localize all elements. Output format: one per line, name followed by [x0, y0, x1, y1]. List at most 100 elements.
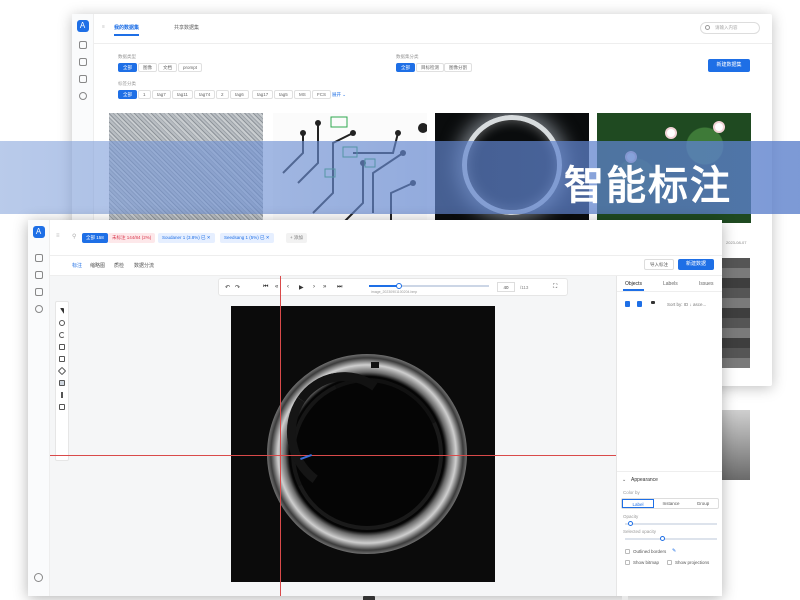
tab-annotate[interactable]: 标注 [72, 262, 82, 269]
chip-tag-all[interactable]: 全部 [118, 90, 137, 99]
polygon-icon[interactable] [57, 366, 67, 376]
tab-thumbnails[interactable]: 缩略图 [90, 262, 105, 269]
tool-palette [55, 301, 69, 461]
chip-type-all[interactable]: 全部 [118, 63, 137, 72]
frame-number-input[interactable]: 40 [497, 282, 515, 292]
annotated-image[interactable] [231, 306, 495, 582]
selected-opacity-knob[interactable] [659, 536, 665, 541]
chip-tag[interactable]: 1 [138, 90, 151, 99]
last-frame-icon[interactable]: ⏭ [337, 284, 342, 291]
gear-icon[interactable] [34, 573, 43, 582]
fast-back-icon[interactable]: « [275, 284, 278, 290]
tab-shared-datasets[interactable]: 共享数据集 [174, 24, 199, 31]
chip-type-prompt[interactable]: prompt [178, 63, 203, 72]
peek-cars-thumbnail-2 [722, 410, 750, 480]
search-icon[interactable] [34, 305, 43, 313]
next-frame-icon[interactable]: › [313, 284, 315, 290]
tab-qc[interactable]: 质检 [114, 262, 124, 269]
edit-pen-icon[interactable]: ✎ [672, 548, 676, 554]
frame-slider-knob[interactable] [396, 283, 402, 289]
fast-forward-icon[interactable]: » [323, 284, 326, 290]
show-bitmap-checkbox[interactable] [625, 560, 630, 565]
expand-link[interactable]: 展开 ⌄ [332, 92, 346, 98]
tag-all[interactable]: 全部 158 [82, 233, 108, 243]
database-icon[interactable] [34, 254, 43, 262]
calendar-icon[interactable] [34, 288, 43, 296]
frame-slider[interactable] [369, 283, 489, 289]
new-dataset-button[interactable]: 新建数据集 [708, 59, 750, 72]
opacity-slider[interactable] [625, 521, 717, 526]
show-bitmap-label: Show bitmap [633, 560, 660, 565]
menu-icon[interactable]: ≡ [102, 24, 105, 30]
selected-opacity-slider[interactable] [625, 536, 717, 541]
tab-data-split[interactable]: 数据分流 [134, 262, 154, 269]
chip-cat-detect[interactable]: 目标检测 [416, 63, 444, 72]
chip-cat-seg[interactable]: 图像分割 [444, 63, 472, 72]
color-by-label-option[interactable]: Label [622, 499, 654, 508]
color-by-group-option[interactable]: Group [687, 499, 719, 508]
chip-tag[interactable]: tag7 [152, 90, 171, 99]
chip-tag[interactable]: MS [294, 90, 311, 99]
color-by-instance-option[interactable]: Instance [655, 499, 687, 508]
flower [667, 129, 675, 137]
first-frame-icon[interactable]: ⏮ [263, 284, 268, 291]
image-icon[interactable] [78, 58, 87, 66]
menu-icon[interactable]: ≡ [56, 233, 60, 239]
tag-unlabeled[interactable]: 未标注 144/84 (2%) [108, 233, 156, 243]
chip-tag[interactable]: FCS [312, 90, 331, 99]
play-icon[interactable]: ▶ [299, 284, 304, 291]
crop-icon[interactable] [59, 356, 65, 362]
tab-issues[interactable]: Issues [699, 281, 713, 287]
chip-type-doc[interactable]: 文档 [158, 63, 177, 72]
image-icon[interactable] [34, 271, 43, 279]
search-icon[interactable] [78, 92, 87, 100]
chip-cat-all[interactable]: 全部 [396, 63, 415, 72]
tag-seedsang[interactable]: Seedsang 1 (5%) 已 ✕ [220, 233, 274, 243]
annotation-editor-window: A ≡ ⚲ 全部 158 未标注 144/84 (2%) Soudaner 1 … [28, 220, 722, 600]
chip-type-image[interactable]: 图像 [138, 63, 157, 72]
annotation-canvas[interactable]: ↶ ↷ ⏮ « ‹ ▶ › » ⏭ image_20230901100204.b… [50, 276, 628, 600]
lock-icon[interactable] [625, 301, 630, 307]
eye-icon[interactable] [637, 301, 642, 307]
import-annotation-button[interactable]: 导入标注 [644, 259, 674, 270]
chip-tag[interactable]: tag11 [172, 90, 193, 99]
sort-select[interactable]: Sort by: ID ↓ asce... [667, 302, 706, 307]
chip-tag[interactable]: tag17 [252, 90, 274, 99]
search-input[interactable]: 请输入内容 [700, 22, 760, 34]
redo-icon[interactable]: ↷ [235, 284, 240, 291]
chip-tag[interactable]: 2 [216, 90, 229, 99]
tag-soudaner[interactable]: Soudaner 1 (3.8%) 已 ✕ [158, 233, 215, 243]
show-projections-checkbox[interactable] [667, 560, 672, 565]
chip-tag[interactable]: tag6 [230, 90, 249, 99]
prev-frame-icon[interactable]: ‹ [287, 284, 289, 290]
rotate-icon[interactable] [59, 332, 65, 338]
comment-icon[interactable] [59, 404, 65, 410]
chevron-down-icon[interactable]: ⌄ [622, 477, 626, 483]
image-resize-handle[interactable] [363, 596, 375, 600]
move-icon[interactable] [59, 320, 65, 326]
chip-tag[interactable]: tag74 [194, 90, 216, 99]
appearance-title[interactable]: Appearance [631, 477, 658, 483]
peek-date: 2023-08-07 [726, 240, 747, 245]
filter-icon[interactable]: ⚲ [72, 233, 76, 240]
brush-select-icon[interactable] [59, 380, 65, 386]
tab-labels[interactable]: Labels [663, 281, 678, 287]
flower [715, 123, 723, 131]
outlined-borders-checkbox[interactable] [625, 549, 630, 554]
rectangle-icon[interactable] [59, 344, 65, 350]
filter-label-tags: 标签分类 [118, 81, 136, 86]
tab-my-datasets[interactable]: 我的数据集 [114, 24, 140, 36]
new-data-button[interactable]: 新建数据 [678, 259, 714, 270]
tab-objects[interactable]: Objects [623, 281, 644, 291]
opacity-knob[interactable] [627, 521, 633, 526]
fullscreen-icon[interactable]: ⛶ [553, 284, 557, 291]
chevron-down-icon[interactable] [651, 301, 655, 304]
undo-icon[interactable]: ↶ [225, 284, 230, 291]
database-icon[interactable] [78, 41, 87, 49]
chip-tag[interactable]: tag5 [274, 90, 293, 99]
new-data-label: 新建数据 [685, 261, 706, 267]
wrench-icon[interactable] [61, 392, 63, 398]
add-tag-button[interactable]: + 添加 [286, 233, 307, 243]
cursor-icon[interactable] [60, 308, 64, 314]
calendar-icon[interactable] [78, 75, 87, 83]
